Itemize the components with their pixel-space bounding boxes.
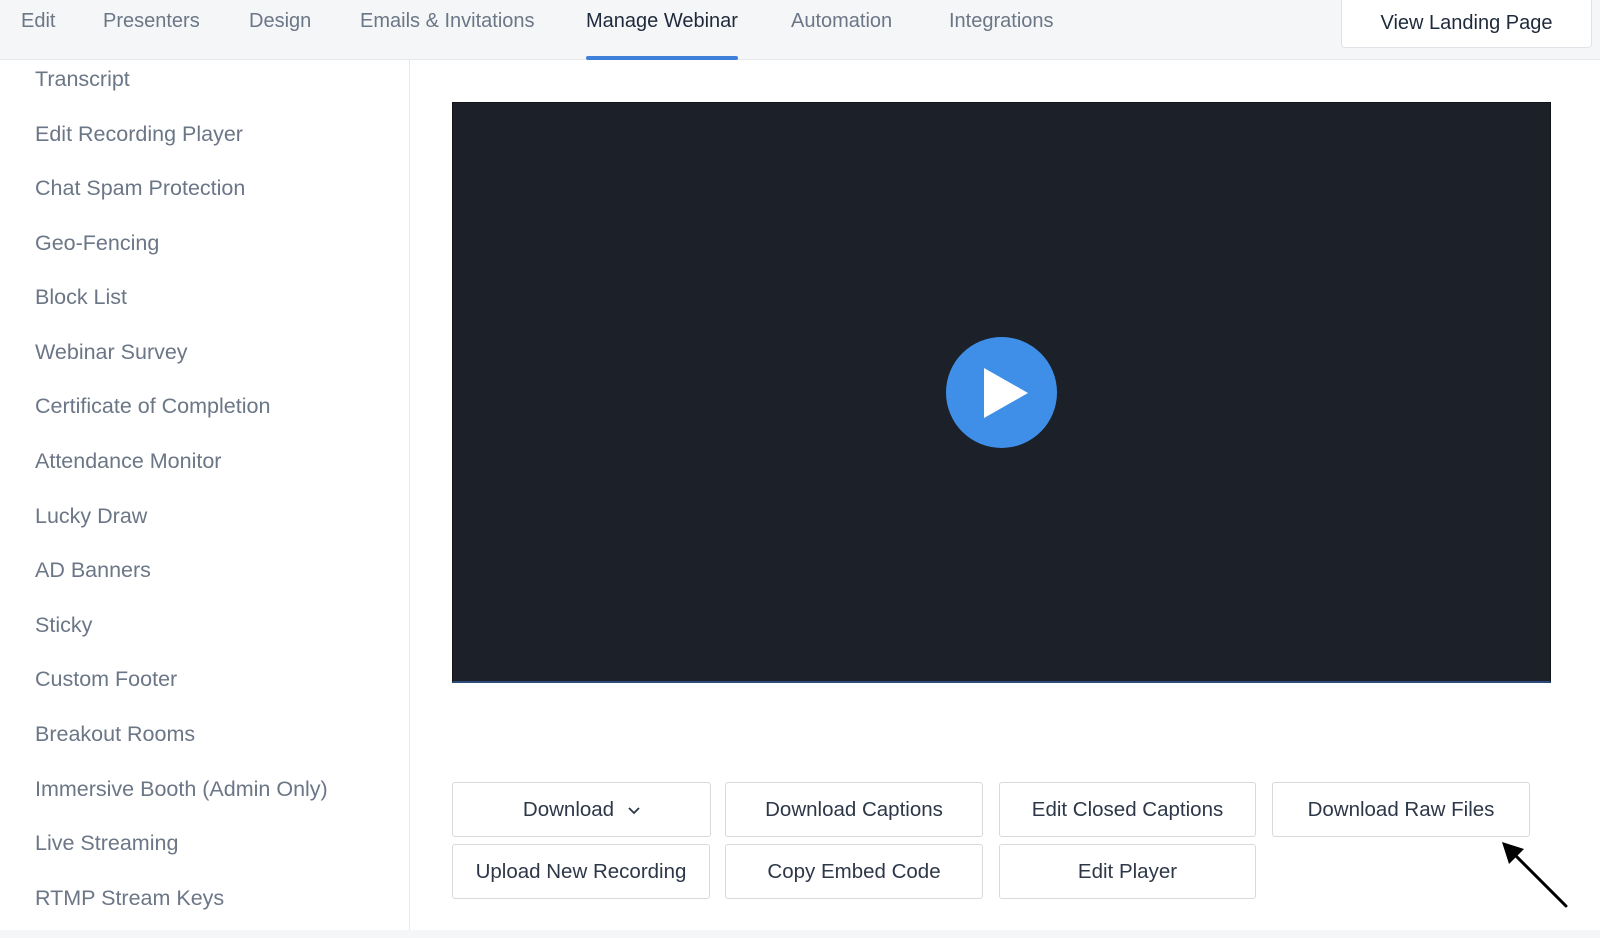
copy-embed-code-button[interactable]: Copy Embed Code <box>725 844 983 899</box>
download-dropdown-button[interactable]: Download <box>452 782 711 837</box>
sidebar-item-rtmp-stream-keys[interactable]: RTMP Stream Keys <box>35 886 224 911</box>
sidebar-item-ad-banners[interactable]: AD Banners <box>35 558 151 583</box>
tab-manage-webinar[interactable]: Manage Webinar <box>586 0 738 60</box>
download-captions-button[interactable]: Download Captions <box>725 782 983 837</box>
annotation-arrow-icon <box>1502 842 1568 908</box>
sidebar-item-custom-footer[interactable]: Custom Footer <box>35 667 177 692</box>
tab-edit[interactable]: Edit <box>21 0 55 60</box>
sidebar-item-breakout-rooms[interactable]: Breakout Rooms <box>35 722 195 747</box>
sidebar-item-webinar-survey[interactable]: Webinar Survey <box>35 340 188 365</box>
play-icon <box>983 367 1028 418</box>
sidebar-item-live-streaming[interactable]: Live Streaming <box>35 831 178 856</box>
edit-closed-captions-button[interactable]: Edit Closed Captions <box>999 782 1256 837</box>
tab-presenters[interactable]: Presenters <box>103 0 200 60</box>
sidebar-item-sticky[interactable]: Sticky <box>35 613 92 638</box>
upload-new-recording-button[interactable]: Upload New Recording <box>452 844 710 899</box>
bottom-strip <box>0 930 1600 938</box>
tab-emails-invitations[interactable]: Emails & Invitations <box>360 0 535 60</box>
sidebar-item-edit-recording-player[interactable]: Edit Recording Player <box>35 122 243 147</box>
sidebar-item-geo-fencing[interactable]: Geo-Fencing <box>35 231 159 256</box>
play-button[interactable] <box>946 337 1057 448</box>
edit-player-button[interactable]: Edit Player <box>999 844 1256 899</box>
view-landing-page-button[interactable]: View Landing Page <box>1341 0 1592 48</box>
top-nav-bar: Edit Presenters Design Emails & Invitati… <box>0 0 1600 60</box>
sidebar-item-block-list[interactable]: Block List <box>35 285 127 310</box>
sidebar-item-lucky-draw[interactable]: Lucky Draw <box>35 504 147 529</box>
chevron-down-icon <box>628 806 640 814</box>
sidebar-item-immersive-booth[interactable]: Immersive Booth (Admin Only) <box>35 777 328 802</box>
sidebar-item-attendance-monitor[interactable]: Attendance Monitor <box>35 449 221 474</box>
sidebar-item-transcript[interactable]: Transcript <box>35 67 130 92</box>
sidebar-menu: Transcript Edit Recording Player Chat Sp… <box>0 60 410 938</box>
sidebar-item-chat-spam-protection[interactable]: Chat Spam Protection <box>35 176 245 201</box>
tab-automation[interactable]: Automation <box>791 0 892 60</box>
tab-design[interactable]: Design <box>249 0 311 60</box>
sidebar-item-certificate-of-completion[interactable]: Certificate of Completion <box>35 394 270 419</box>
download-raw-files-button[interactable]: Download Raw Files <box>1272 782 1530 837</box>
download-label: Download <box>522 797 615 821</box>
tab-integrations[interactable]: Integrations <box>949 0 1054 60</box>
